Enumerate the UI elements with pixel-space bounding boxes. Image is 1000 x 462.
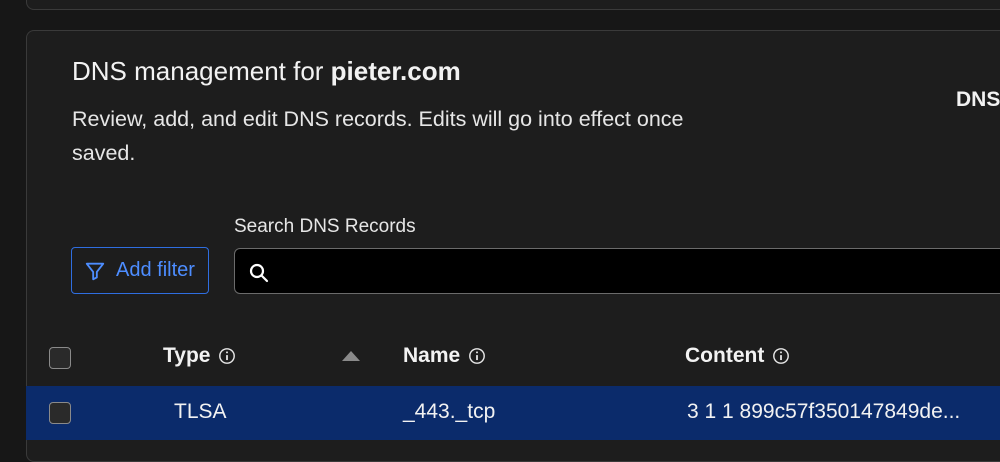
cell-content: 3 1 1 899c57f350147849de... — [687, 400, 961, 423]
page-title: DNS management for pieter.com — [72, 56, 461, 87]
cell-name: _443._tcp — [403, 400, 496, 423]
column-label-content: Content — [685, 344, 765, 367]
info-icon[interactable] — [218, 347, 236, 365]
info-icon[interactable] — [468, 347, 486, 365]
info-icon[interactable] — [772, 347, 790, 365]
column-header-name[interactable]: Name — [403, 344, 486, 368]
search-field[interactable] — [234, 248, 1000, 295]
search-label: Search DNS Records — [234, 216, 416, 237]
search-icon — [249, 263, 269, 283]
domain-name: pieter.com — [330, 56, 461, 86]
add-filter-button[interactable]: Add filter — [71, 247, 209, 294]
search-input[interactable] — [279, 249, 1000, 295]
column-label-name: Name — [403, 344, 461, 367]
cell-type: TLSA — [174, 400, 227, 423]
row-checkbox[interactable] — [49, 402, 71, 424]
add-filter-label: Add filter — [116, 259, 195, 281]
column-label-type: Type — [163, 344, 211, 367]
column-header-type[interactable]: Type — [163, 344, 236, 368]
select-all-checkbox[interactable] — [49, 347, 71, 369]
sort-ascending-icon[interactable] — [342, 351, 360, 361]
filter-icon — [85, 262, 105, 280]
title-prefix: DNS management for — [72, 56, 331, 86]
previous-card — [26, 0, 1000, 10]
cropped-heading: DNS — [956, 88, 1000, 111]
column-header-content[interactable]: Content — [685, 344, 790, 368]
page-description: Review, add, and edit DNS records. Edits… — [72, 107, 684, 165]
